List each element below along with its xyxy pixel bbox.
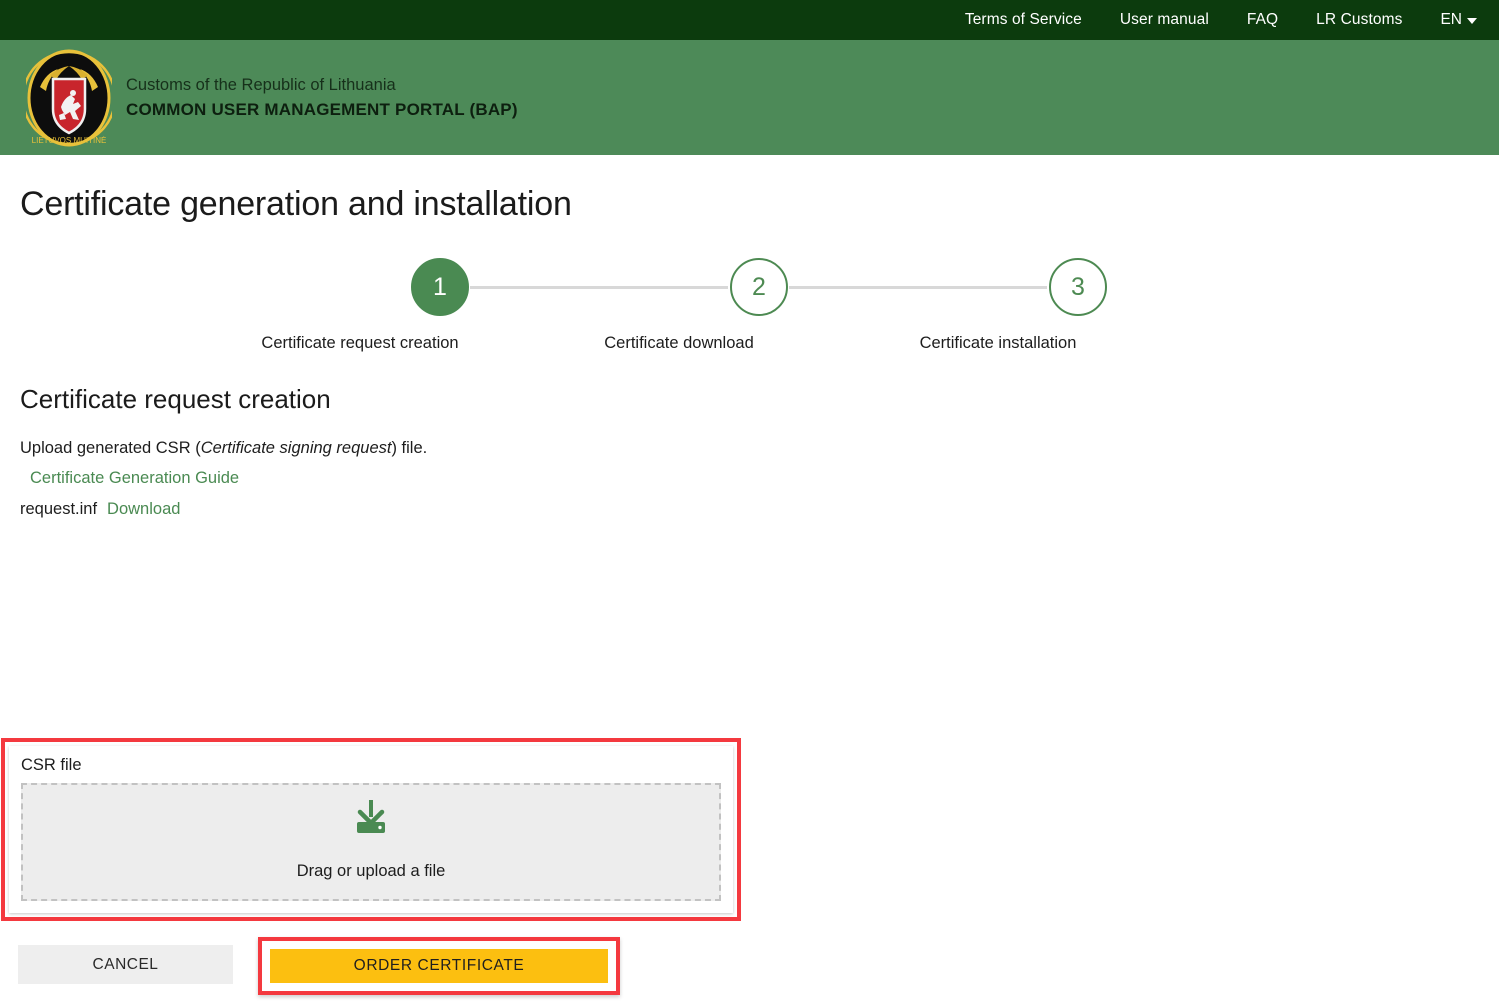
stepper-step-1-circle: 1 xyxy=(411,258,469,316)
order-certificate-button[interactable]: ORDER CERTIFICATE xyxy=(270,949,608,983)
cancel-button[interactable]: CANCEL xyxy=(18,945,233,984)
brand-header: LIETUVOS MUITINĖ Customs of the Republic… xyxy=(0,40,1499,155)
csr-upload-card: CSR file Drag or upload a file xyxy=(9,746,733,913)
instruction-text: Upload generated CSR (Certificate signin… xyxy=(20,439,1481,459)
guide-link-row: Certificate Generation Guide xyxy=(20,469,1481,488)
csr-file-dropzone[interactable]: Drag or upload a file xyxy=(21,783,721,901)
brand-subtitle: Customs of the Republic of Lithuania xyxy=(126,76,396,95)
stepper-connector-1-2 xyxy=(470,286,728,289)
main-content: Certificate generation and installation … xyxy=(0,185,1499,995)
download-tray-icon xyxy=(351,798,391,838)
stepper-step-3-label: Certificate installation xyxy=(919,334,1077,352)
instruction-italic: Certificate signing request xyxy=(200,439,392,457)
stepper-step-1-label: Certificate request creation xyxy=(261,334,459,352)
brand-text-block: Customs of the Republic of Lithuania COM… xyxy=(126,75,518,120)
language-selector[interactable]: EN xyxy=(1440,11,1477,29)
instruction-prefix: Upload generated CSR ( xyxy=(20,439,201,457)
dropzone-text: Drag or upload a file xyxy=(296,861,446,880)
nav-link-user-manual[interactable]: User manual xyxy=(1120,11,1209,29)
brand-title: COMMON USER MANAGEMENT PORTAL (BAP) xyxy=(126,99,518,119)
download-link[interactable]: Download xyxy=(107,500,180,518)
csr-file-label: CSR file xyxy=(21,756,82,774)
certificate-generation-guide-link[interactable]: Certificate Generation Guide xyxy=(30,469,239,487)
section-title: Certificate request creation xyxy=(20,384,331,414)
top-utility-bar: Terms of Service User manual FAQ LR Cust… xyxy=(0,0,1499,40)
language-selector-value: EN xyxy=(1440,11,1462,28)
csr-upload-highlight: CSR file Drag or upload a file xyxy=(1,738,741,921)
instruction-suffix: ) file. xyxy=(391,439,428,457)
stepper-step-2-label: Certificate download xyxy=(604,334,754,352)
stepper-step-2-number: 2 xyxy=(752,272,766,301)
stepper-step-1-number: 1 xyxy=(433,272,447,301)
nav-link-terms-of-service[interactable]: Terms of Service xyxy=(965,11,1082,29)
svg-text:LIETUVOS MUITINĖ: LIETUVOS MUITINĖ xyxy=(32,136,107,145)
stepper-step-3-circle: 3 xyxy=(1049,258,1107,316)
progress-stepper: 1 Certificate request creation 2 Certifi… xyxy=(18,258,1481,378)
request-file-name: request.inf xyxy=(20,499,98,518)
stepper-step-2-circle: 2 xyxy=(730,258,788,316)
lithuania-customs-emblem-icon: LIETUVOS MUITINĖ xyxy=(21,49,117,147)
stepper-row: 1 Certificate request creation 2 Certifi… xyxy=(18,258,1481,352)
order-certificate-highlight: ORDER CERTIFICATE xyxy=(258,937,620,995)
nav-link-lr-customs[interactable]: LR Customs xyxy=(1316,11,1402,29)
form-actions: CANCEL ORDER CERTIFICATE xyxy=(18,937,1418,1007)
stepper-step-3-number: 3 xyxy=(1071,272,1085,301)
stepper-connector-2-3 xyxy=(789,286,1047,289)
page-title: Certificate generation and installation xyxy=(20,185,572,223)
nav-link-faq[interactable]: FAQ xyxy=(1247,11,1278,29)
request-file-row: request.inf Download xyxy=(20,500,1481,519)
chevron-down-icon xyxy=(1467,18,1477,24)
